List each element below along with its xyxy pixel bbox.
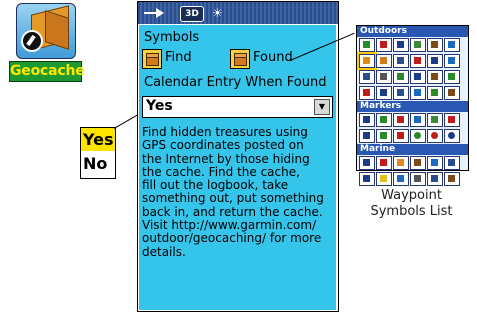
dam-icon[interactable] (376, 70, 392, 84)
skull-icon[interactable] (410, 172, 426, 186)
building-icon[interactable] (393, 54, 409, 68)
park-icon[interactable] (359, 86, 375, 100)
waypoint-symbols-caption: Waypoint Symbols List (356, 188, 467, 220)
geocache-find-icon[interactable] (357, 52, 377, 70)
symbol-row (357, 37, 468, 53)
car-icon[interactable] (410, 54, 426, 68)
diver-icon[interactable] (359, 172, 375, 186)
category-outdoors: Outdoors (357, 26, 468, 37)
skiing-icon[interactable] (376, 86, 392, 100)
callout-line-yesno (113, 113, 140, 129)
green-pin-icon[interactable] (427, 113, 443, 127)
red-dot-icon[interactable] (427, 129, 443, 143)
category-marine: Marine (357, 144, 468, 155)
boat-ramp-icon[interactable] (427, 156, 443, 170)
geocache-found-icon[interactable] (376, 54, 392, 68)
drinking-water-icon[interactable] (427, 86, 443, 100)
pointer-icon (144, 6, 166, 20)
waypoint-symbols-list: Outdoors Markers Marine (356, 25, 469, 186)
beacon-icon[interactable] (393, 156, 409, 170)
fishing-area-icon[interactable] (393, 172, 409, 186)
house-icon[interactable] (427, 54, 443, 68)
blue-pin-icon[interactable] (410, 113, 426, 127)
status-bar: 3D ☀ (138, 2, 338, 24)
golf-icon[interactable] (444, 70, 460, 84)
tent-icon[interactable] (410, 38, 426, 52)
symbol-row (357, 52, 468, 70)
picnic-icon[interactable] (444, 86, 460, 100)
anchor-icon[interactable] (359, 156, 375, 170)
fish-icon[interactable] (444, 38, 460, 52)
option-no[interactable]: No (81, 151, 115, 176)
symbol-row (357, 85, 468, 101)
green-block-icon[interactable] (376, 129, 392, 143)
info-icon[interactable] (410, 86, 426, 100)
lodge-icon[interactable] (427, 70, 443, 84)
yes-no-option-list: Yes No (80, 127, 116, 179)
calendar-entry-value: Yes (146, 98, 173, 114)
shipwreck-icon[interactable] (444, 172, 460, 186)
marina-icon[interactable] (444, 156, 460, 170)
caption-line-1: Waypoint (381, 188, 442, 203)
geocache-app-icon[interactable] (16, 3, 76, 59)
blue-block-icon[interactable] (359, 129, 375, 143)
option-yes[interactable]: Yes (81, 128, 115, 151)
find-symbol-button[interactable] (142, 49, 162, 69)
found-label: Found (253, 50, 293, 65)
blue-dot-icon[interactable] (444, 129, 460, 143)
symbol-row (357, 128, 468, 144)
tools-icon (21, 30, 43, 52)
dock-icon[interactable] (410, 156, 426, 170)
red-pin-icon[interactable] (444, 113, 460, 127)
dropdown-arrow-icon[interactable]: ▼ (314, 99, 330, 115)
green-dot-icon[interactable] (410, 129, 426, 143)
red-flag-icon[interactable] (393, 113, 409, 127)
category-markers: Markers (357, 101, 468, 112)
symbol-row (357, 171, 468, 187)
backlight-icon: ☀ (212, 6, 223, 20)
symbol-row (357, 69, 468, 85)
scenic-icon[interactable] (393, 86, 409, 100)
bridge-icon[interactable] (359, 70, 375, 84)
found-symbol-button[interactable] (230, 49, 250, 69)
green-flag-icon[interactable] (376, 113, 392, 127)
symbol-row (357, 112, 468, 128)
3d-mode-icon: 3D (180, 6, 204, 22)
swimming-icon[interactable] (427, 172, 443, 186)
tunnel-icon[interactable] (410, 70, 426, 84)
symbols-label: Symbols (144, 30, 200, 45)
summit-icon[interactable] (393, 70, 409, 84)
blue-flag-icon[interactable] (359, 113, 375, 127)
flag-icon[interactable] (376, 38, 392, 52)
red-block-icon[interactable] (393, 129, 409, 143)
find-label: Find (165, 50, 192, 65)
buoy-icon[interactable] (376, 156, 392, 170)
light-icon[interactable] (376, 172, 392, 186)
trail-icon[interactable] (427, 38, 443, 52)
geocache-setup-panel: Symbols Find Found Calendar Entry When F… (139, 25, 336, 310)
water-icon[interactable] (444, 54, 460, 68)
calendar-entry-select[interactable]: Yes ▼ (142, 96, 333, 118)
calendar-entry-label: Calendar Entry When Found (144, 75, 327, 90)
caption-line-2: Symbols List (370, 204, 453, 219)
device-screen: 3D ☀ Symbols Find Found Calendar Entry W… (137, 1, 339, 312)
tree-icon[interactable] (359, 38, 375, 52)
camp-icon[interactable] (393, 38, 409, 52)
geocache-description: Find hidden treasures using GPS coordina… (142, 125, 324, 259)
symbol-row (357, 155, 468, 171)
app-name-label: Geocache (9, 61, 85, 82)
